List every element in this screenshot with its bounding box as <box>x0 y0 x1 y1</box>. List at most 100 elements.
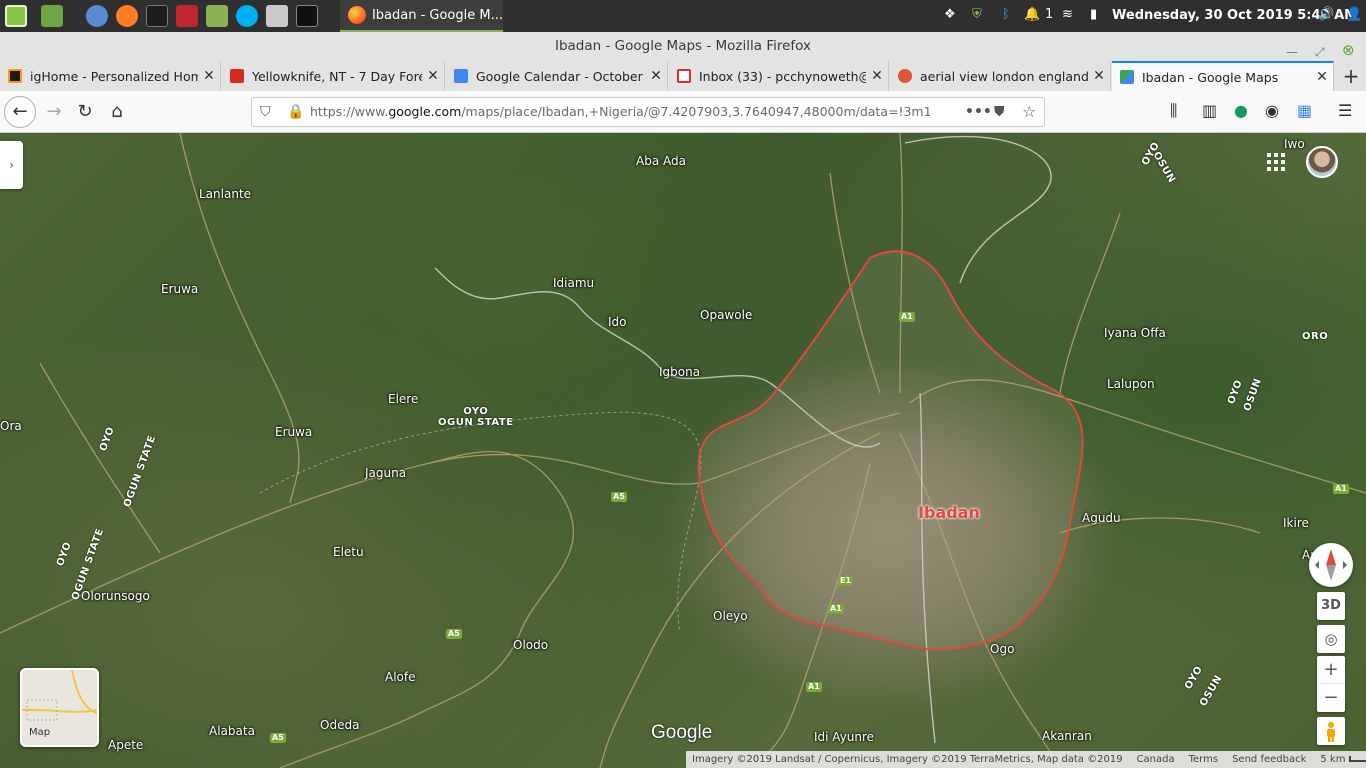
url-text[interactable]: https://www.google.com/maps/place/Ibadan… <box>310 98 930 126</box>
battery-icon[interactable]: ▮ <box>1090 7 1097 22</box>
skype-icon[interactable] <box>236 5 258 27</box>
road-shield: A5 <box>270 733 286 743</box>
place-label[interactable]: Akanran <box>1042 729 1092 743</box>
close-tab-icon[interactable]: ✕ <box>422 68 444 84</box>
side-panel-toggle[interactable]: › <box>0 141 23 189</box>
place-label[interactable]: Oleyo <box>713 609 748 623</box>
close-tab-icon[interactable]: ✕ <box>1311 69 1333 85</box>
tab-duckduckgo[interactable]: aerial view london england at ✕ <box>890 61 1111 91</box>
place-label[interactable]: Alofe <box>385 670 416 684</box>
hangouts-icon[interactable]: ● <box>1234 101 1248 120</box>
place-label[interactable]: Jaguna <box>365 466 406 480</box>
close-tab-icon[interactable]: ✕ <box>645 68 667 84</box>
zoom-in-button[interactable]: + <box>1317 656 1345 684</box>
home-button[interactable]: ⌂ <box>103 99 131 127</box>
menu-icon[interactable]: ☰ <box>1338 101 1352 120</box>
place-label[interactable]: Agudu <box>1082 511 1121 525</box>
maps-pin-icon <box>1120 70 1134 84</box>
user-icon[interactable]: 👤 <box>1346 7 1362 22</box>
place-label[interactable]: Odeda <box>320 718 359 732</box>
tab-label: Ibadan - Google Maps <box>1142 69 1279 85</box>
place-label[interactable]: Olodo <box>513 638 548 652</box>
place-label[interactable]: Lanlante <box>199 187 251 201</box>
state-label: ORO <box>1302 331 1328 342</box>
forward-button[interactable]: → <box>40 99 68 127</box>
place-label[interactable]: Elere <box>388 392 418 406</box>
place-label[interactable]: Apete <box>108 738 143 752</box>
place-label[interactable]: Iyana Offa <box>1104 326 1166 340</box>
shield-icon[interactable]: ⛉ <box>260 98 271 126</box>
taskbar-active-window[interactable]: Ibadan - Google M... <box>340 0 503 32</box>
container-icon[interactable]: ▦ <box>1297 101 1312 120</box>
place-label[interactable]: Aba Ada <box>636 154 686 168</box>
notification-icon[interactable]: 🔔 <box>1024 7 1040 22</box>
close-tab-icon[interactable]: ✕ <box>866 68 888 84</box>
google-apps-icon[interactable] <box>1267 153 1285 171</box>
place-label[interactable]: Ikire <box>1283 516 1309 530</box>
city-boundary <box>697 250 1084 651</box>
close-tab-icon[interactable]: ✕ <box>1088 68 1110 84</box>
terms-link[interactable]: Terms <box>1189 754 1218 765</box>
tab-label: Yellowknife, NT - 7 Day Forec <box>252 68 422 84</box>
place-label[interactable]: Lalupon <box>1107 377 1155 391</box>
new-tab-button[interactable]: + <box>1336 61 1366 91</box>
sidebar-icon[interactable]: ▥ <box>1202 101 1217 120</box>
scale-bar[interactable]: 5 km <box>1320 754 1366 765</box>
url-bar[interactable]: ⛉ 🔒 https://www.google.com/maps/place/Ib… <box>251 97 1045 127</box>
close-tab-icon[interactable]: ✕ <box>198 68 220 84</box>
country-link[interactable]: Canada <box>1137 754 1175 765</box>
mint-menu-icon[interactable] <box>5 5 27 27</box>
place-label[interactable]: Igbona <box>659 365 700 379</box>
bookmark-star-icon[interactable]: ☆ <box>1022 98 1036 126</box>
place-label[interactable]: Idi Ayunre <box>814 730 874 744</box>
place-label[interactable]: Iwo <box>1284 137 1305 151</box>
tilt-3d-button[interactable]: 3D <box>1317 592 1345 620</box>
satellite-map[interactable]: › Aba Ada Lanlante Idiamu Eruwa Ido Opaw… <box>0 133 1366 768</box>
volume-icon[interactable]: 🔊 <box>1318 7 1334 22</box>
tab-google-calendar[interactable]: Google Calendar - October 2 ✕ <box>446 61 668 91</box>
tab-ighome[interactable]: igHome - Personalized Home ✕ <box>0 61 221 91</box>
place-label[interactable]: Ogo <box>990 642 1014 656</box>
folder-icon[interactable] <box>206 5 228 27</box>
city-label-ibadan[interactable]: Ibadan <box>918 503 980 522</box>
tab-google-maps[interactable]: Ibadan - Google Maps ✕ <box>1112 61 1334 91</box>
account-avatar[interactable] <box>1306 146 1338 178</box>
account-icon[interactable]: ◉ <box>1265 101 1279 120</box>
mouse-icon[interactable] <box>266 5 288 27</box>
back-button[interactable]: ← <box>4 96 36 128</box>
mendeley-icon[interactable] <box>176 5 198 27</box>
terminal-icon[interactable] <box>146 5 168 27</box>
place-label[interactable]: Ido <box>608 315 627 329</box>
chromium-icon[interactable] <box>86 5 108 27</box>
pocket-icon[interactable]: ⛊ <box>994 98 1005 126</box>
place-label[interactable]: Eruwa <box>275 425 312 439</box>
files-icon[interactable] <box>41 5 63 27</box>
tab-yellowknife[interactable]: Yellowknife, NT - 7 Day Forec ✕ <box>222 61 445 91</box>
shield-icon[interactable]: ⛨ <box>972 7 982 22</box>
zoom-out-button[interactable]: − <box>1317 684 1345 712</box>
compass-icon[interactable] <box>1309 543 1353 587</box>
my-location-icon[interactable]: ◎ <box>1317 625 1345 653</box>
map-layer-toggle[interactable]: Map <box>20 668 99 747</box>
page-actions-icon[interactable]: ••• <box>965 98 992 126</box>
tab-gmail[interactable]: Inbox (33) - pcchynoweth@gr ✕ <box>669 61 889 91</box>
wifi-icon[interactable]: ≋ <box>1062 7 1073 22</box>
pegman-icon[interactable] <box>1317 717 1345 745</box>
place-label[interactable]: Eruwa <box>161 282 198 296</box>
place-label[interactable]: Alabata <box>209 724 255 738</box>
terminal-icon[interactable] <box>296 5 318 27</box>
maple-leaf-icon <box>230 69 244 83</box>
reload-button[interactable]: ↻ <box>71 99 99 127</box>
firefox-icon[interactable] <box>116 5 138 27</box>
place-label[interactable]: Idiamu <box>553 276 594 290</box>
place-label[interactable]: Ora <box>0 419 22 433</box>
bluetooth-icon[interactable]: ᛒ <box>1002 7 1010 22</box>
gmail-icon <box>677 69 691 83</box>
place-label[interactable]: Olorunsogo <box>81 589 150 603</box>
dropbox-icon[interactable]: ❖ <box>944 7 956 22</box>
library-icon[interactable]: ⫼ <box>1170 101 1177 121</box>
send-feedback-link[interactable]: Send feedback <box>1232 754 1306 765</box>
place-label[interactable]: Opawole <box>700 308 752 322</box>
lock-icon[interactable]: 🔒 <box>287 98 304 126</box>
place-label[interactable]: Eletu <box>333 545 364 559</box>
